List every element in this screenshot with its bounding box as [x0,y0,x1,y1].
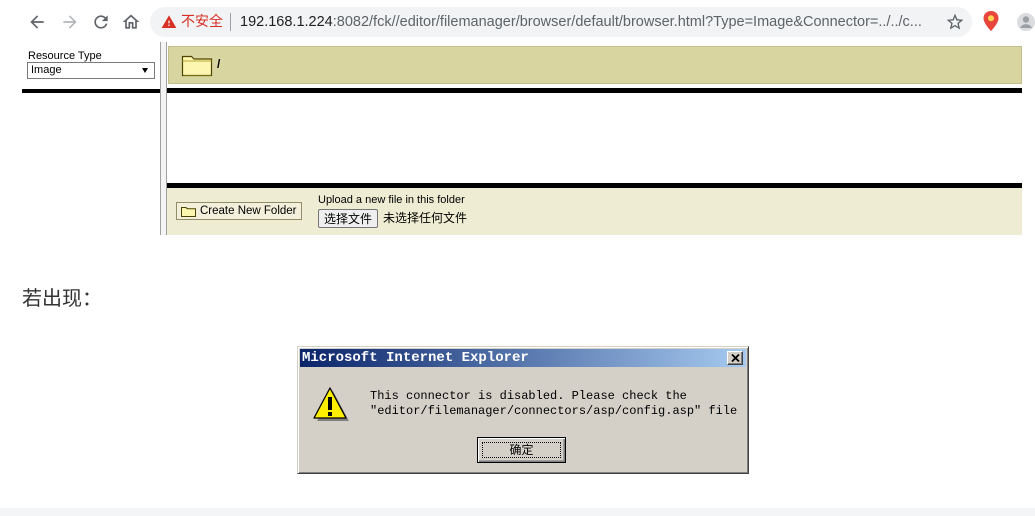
upload-panel: Create New Folder Upload a new file in t… [167,188,1022,235]
forward-button[interactable] [58,10,82,34]
current-folder-path: / [217,57,221,71]
home-icon [121,12,141,32]
resource-type-label: Resource Type [28,50,102,62]
reload-icon [91,12,111,32]
ok-button[interactable]: 确定 [477,437,566,463]
resource-type-value: Image [31,64,62,76]
upload-label: Upload a new file in this folder [318,194,465,206]
file-list-area[interactable] [167,93,1022,183]
warning-icon [312,386,350,424]
close-icon [730,354,740,362]
dialog-title-bar[interactable]: Microsoft Internet Explorer [300,349,746,367]
current-folder-bar: / [168,46,1022,84]
dialog-message-line: This connector is disabled. Please check… [370,389,687,403]
security-status-label[interactable]: 不安全 [181,13,223,31]
folder-icon [181,52,213,77]
browser-toolbar: 不安全 192.168.1.224:8082/fck//editor/filem… [0,0,1035,42]
star-icon[interactable] [945,12,965,32]
chevron-down-icon [142,68,148,73]
url-host: 192.168.1.224 [240,14,333,30]
resource-type-panel: Resource Type Image [22,42,160,235]
alert-dialog: Microsoft Internet Explorer This connect… [297,346,749,474]
file-browser-frame: Resource Type Image / Create New Folder … [22,42,1022,235]
divider [22,89,160,93]
back-button[interactable] [25,10,49,34]
reload-button[interactable] [89,10,113,34]
create-folder-label: Create New Folder [200,205,297,217]
dialog-message-line: "editor/filemanager/connectors/asp/confi… [370,404,738,418]
ok-button-label: 确定 [509,443,534,457]
address-bar[interactable]: 不安全 192.168.1.224:8082/fck//editor/filem… [150,7,972,37]
create-folder-button[interactable]: Create New Folder [176,202,302,220]
map-pin-icon[interactable] [982,11,1000,31]
page-bottom-strip [0,508,1035,516]
file-list-panel: / Create New Folder Upload a new file in… [167,42,1022,235]
no-file-selected-text: 未选择任何文件 [383,211,468,225]
home-button[interactable] [119,10,143,34]
arrow-left-icon [27,12,47,32]
arrow-right-icon [60,12,80,32]
folder-icon [181,206,196,217]
choose-file-button[interactable]: 选择文件 [318,209,378,228]
article-paragraph: 若出现： [22,286,102,310]
dialog-close-button[interactable] [727,351,743,365]
address-separator [230,13,231,31]
dialog-title: Microsoft Internet Explorer [302,350,529,366]
avatar-icon[interactable] [1015,11,1035,33]
url-text[interactable]: 192.168.1.224:8082/fck//editor/filemanag… [240,13,940,31]
frame-splitter[interactable] [160,42,167,235]
resource-type-select[interactable]: Image [27,62,155,79]
warning-triangle-icon[interactable] [161,14,177,30]
url-path: :8082/fck//editor/filemanager/browser/de… [332,14,922,30]
